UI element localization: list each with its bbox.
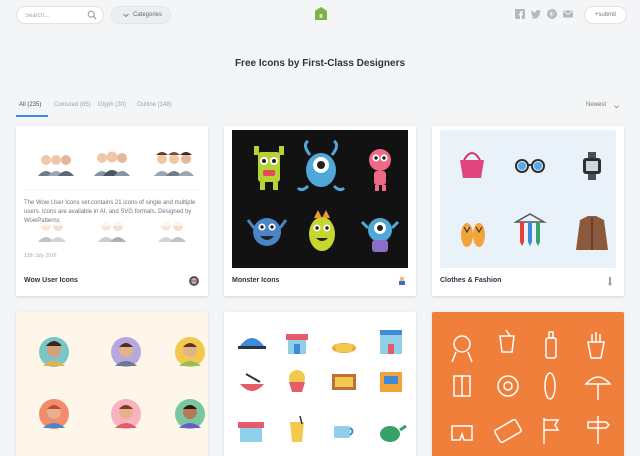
card-thumbnail[interactable] — [16, 312, 208, 456]
avatar-icon — [39, 337, 69, 367]
card-title[interactable]: Wow User Icons — [24, 277, 78, 284]
author-avatar[interactable] — [605, 276, 615, 286]
author-avatar[interactable] — [397, 276, 407, 286]
author-avatar[interactable] — [189, 276, 199, 286]
search-icon[interactable] — [87, 10, 97, 20]
storefront-icon — [238, 422, 264, 442]
icon-set-card[interactable]: Monster Icons — [224, 126, 416, 296]
categories-dropdown[interactable]: Categories — [111, 6, 171, 24]
sort-label: Newest — [586, 102, 607, 108]
icon-set-card[interactable]: Clothes & Fashion — [432, 126, 624, 296]
icon-set-card[interactable]: The Wow User Icons set contains 21 icons… — [16, 126, 208, 296]
tab-all[interactable]: All (235) — [19, 102, 41, 108]
avatar-icon — [175, 399, 205, 429]
muffin-icon — [289, 370, 305, 392]
page-title: Free Icons by First-Class Designers — [234, 58, 406, 69]
shop-icon — [286, 334, 308, 354]
avatar-icon — [111, 399, 141, 429]
tab-outline[interactable]: Outline (148) — [137, 102, 172, 108]
logo-icon[interactable] — [315, 7, 327, 20]
tab-coloured[interactable]: Coloured (85) — [54, 102, 91, 108]
card-title[interactable]: Monster Icons — [232, 277, 279, 284]
building-icon — [380, 330, 402, 354]
card-thumbnail[interactable] — [440, 130, 616, 268]
categories-label: Categories — [133, 12, 163, 18]
chevron-down-icon — [614, 105, 619, 109]
facebook-icon[interactable] — [515, 9, 525, 19]
mail-icon[interactable] — [563, 9, 573, 19]
icon-set-card[interactable] — [432, 312, 624, 456]
coffee-icon — [332, 343, 356, 353]
avatar-icon — [175, 337, 205, 367]
sort-dropdown[interactable]: Newest — [586, 102, 619, 109]
card-thumbnail[interactable] — [224, 312, 416, 456]
pinterest-icon[interactable] — [547, 9, 557, 19]
icon-set-card[interactable] — [224, 312, 416, 456]
submit-button[interactable]: +submit — [584, 6, 627, 24]
sign-icon — [332, 374, 356, 390]
card-description: The Wow User Icons set contains 21 icons… — [24, 199, 200, 226]
card-thumbnail[interactable] — [232, 130, 408, 268]
cup-icon — [334, 426, 354, 438]
store-icon — [380, 372, 402, 392]
avatar-icon — [111, 337, 141, 367]
active-tab-indicator — [16, 115, 48, 117]
search-input[interactable] — [25, 9, 89, 22]
avatar-icon — [39, 399, 69, 429]
icon-set-card[interactable] — [16, 312, 208, 456]
top-bar: Categories +submit — [0, 0, 640, 30]
tab-glyph[interactable]: Glyph (30) — [98, 102, 126, 108]
card-date: 13th July 2016 — [24, 253, 57, 259]
card-title[interactable]: Clothes & Fashion — [440, 277, 501, 284]
jacket-icon — [576, 216, 608, 250]
twitter-icon[interactable] — [531, 9, 541, 19]
search-box[interactable] — [16, 6, 104, 24]
card-thumbnail[interactable] — [432, 312, 624, 456]
chevron-down-icon — [123, 13, 129, 18]
